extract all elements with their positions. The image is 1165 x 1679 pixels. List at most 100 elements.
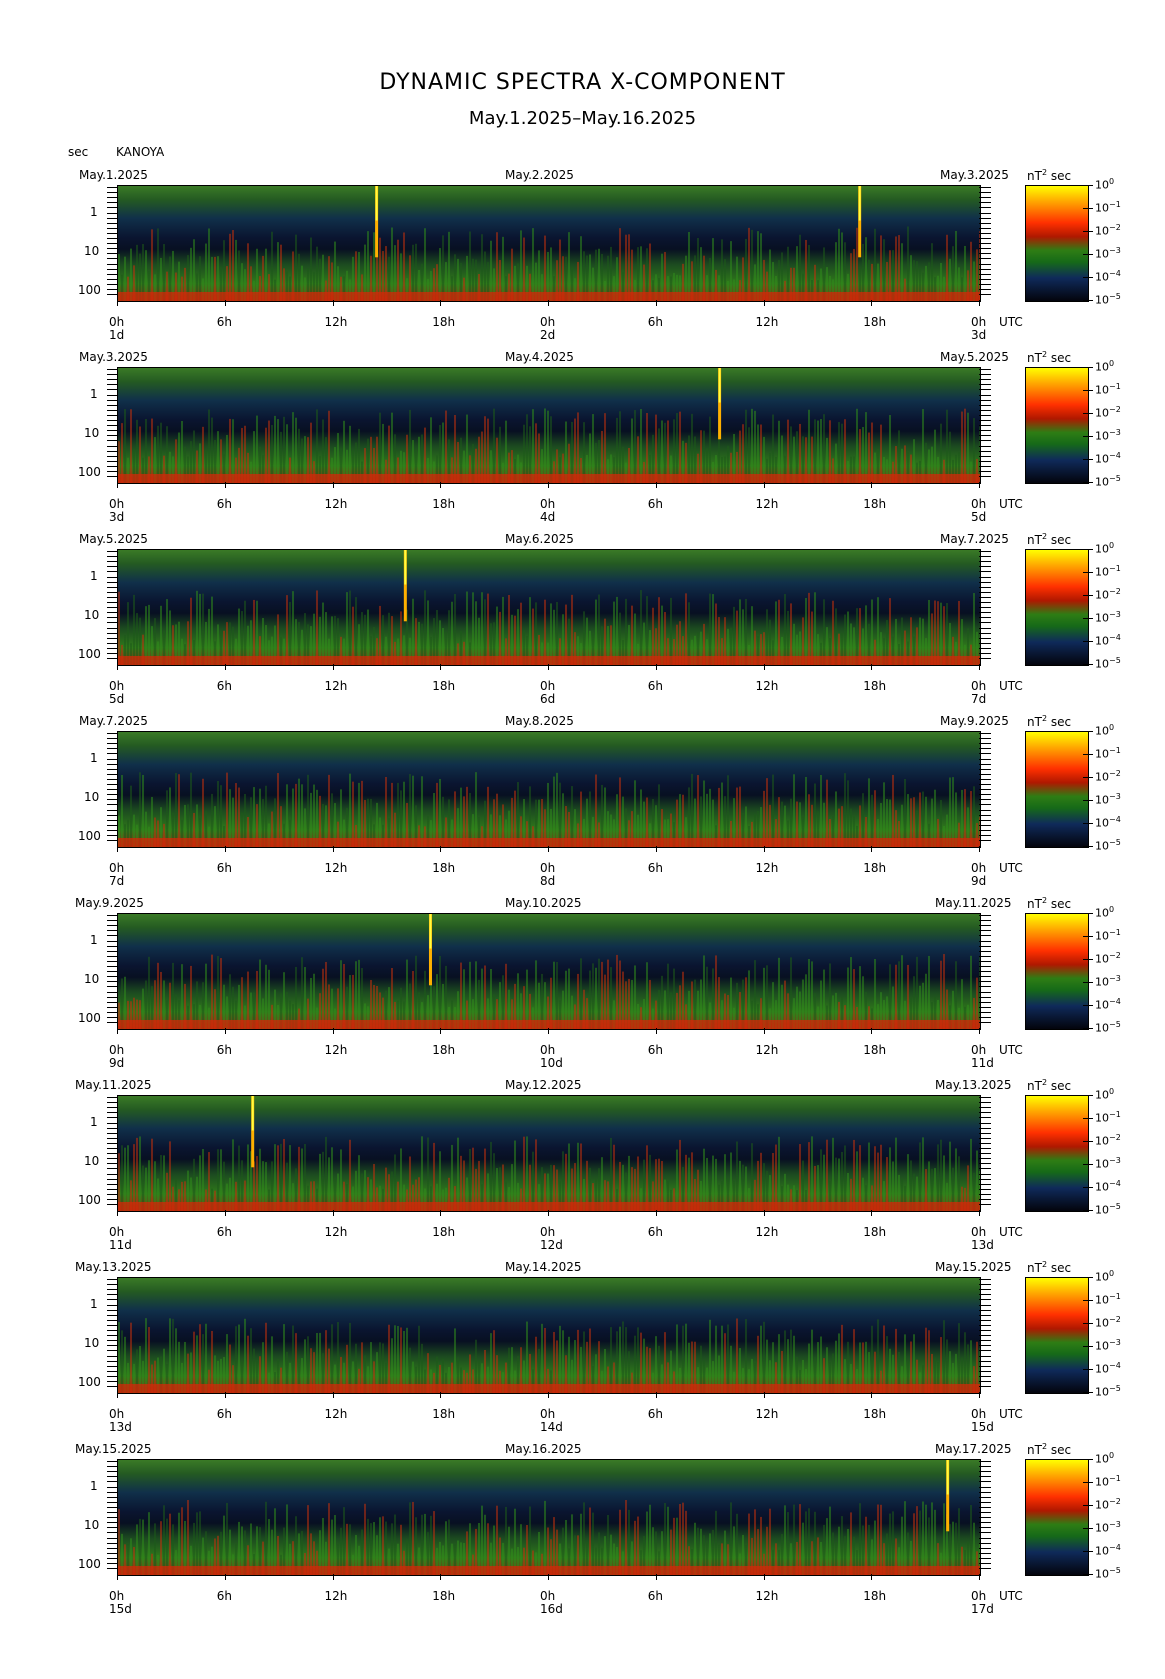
spectral-streak bbox=[292, 591, 294, 665]
spectral-streak bbox=[487, 786, 489, 847]
x-tick-label: 6h bbox=[647, 861, 663, 875]
y-minor-tick bbox=[107, 1132, 117, 1134]
spectral-streak bbox=[826, 1139, 828, 1211]
y-minor-tick bbox=[979, 627, 991, 629]
x-tick-mark bbox=[440, 482, 442, 488]
y-minor-tick bbox=[979, 1107, 991, 1109]
day-label: 13d bbox=[109, 1420, 132, 1434]
spectral-streak bbox=[580, 236, 582, 301]
spectral-streak bbox=[790, 1329, 792, 1393]
colorbar-tick-exp: −2 bbox=[1109, 951, 1121, 960]
colorbar-tick bbox=[1083, 572, 1093, 573]
spectral-streak bbox=[889, 1147, 891, 1211]
spectral-streak bbox=[211, 596, 213, 665]
spectral-streak bbox=[667, 963, 669, 1029]
x-tick-label: 12h bbox=[755, 1225, 779, 1239]
y-minor-tick bbox=[979, 940, 991, 942]
y-minor-tick bbox=[979, 399, 991, 401]
x-tick-label: 0h bbox=[109, 1043, 125, 1057]
spectral-streak bbox=[130, 785, 132, 847]
x-tick-label: 6h bbox=[216, 1589, 232, 1603]
spectral-streak bbox=[709, 416, 711, 483]
spectral-streak bbox=[817, 420, 819, 483]
spectral-streak bbox=[256, 600, 258, 665]
spectral-streak bbox=[298, 1146, 300, 1211]
spectral-streak bbox=[361, 780, 363, 847]
y-minor-tick bbox=[979, 1537, 991, 1539]
colorbar-tick-base: 10 bbox=[1095, 293, 1109, 307]
spectral-streak bbox=[274, 1508, 276, 1575]
x-tick-label: 12h bbox=[324, 1225, 348, 1239]
colorbar-tick-exp: −4 bbox=[1109, 1179, 1121, 1188]
spectral-streak bbox=[529, 786, 531, 847]
colorbar-tick-base: 10 bbox=[1095, 952, 1109, 966]
spectral-streak bbox=[493, 1330, 495, 1393]
y-minor-tick bbox=[107, 596, 117, 598]
spectral-streak bbox=[721, 1325, 723, 1393]
y-minor-tick bbox=[979, 915, 991, 916]
spectral-streak bbox=[322, 602, 324, 665]
day-label: 8d bbox=[540, 874, 556, 888]
y-minor-tick bbox=[979, 1466, 991, 1468]
colorbar-tick-label: 10−5 bbox=[1095, 838, 1121, 853]
panel-date-mid: May.12.2025 bbox=[505, 1078, 582, 1092]
spectral-streak bbox=[619, 411, 621, 483]
day-label: 17d bbox=[971, 1602, 994, 1616]
y-minor-tick bbox=[979, 1471, 991, 1473]
spectral-streak bbox=[328, 410, 330, 483]
colorbar-tick-base: 10 bbox=[1095, 1021, 1109, 1035]
spectral-streak bbox=[922, 409, 924, 483]
y-minor-tick bbox=[979, 217, 991, 219]
spectral-streak bbox=[703, 1148, 705, 1211]
spectral-streak bbox=[892, 1511, 894, 1575]
colorbar-tick-exp: −3 bbox=[1109, 1338, 1121, 1347]
utc-label: UTC bbox=[999, 1043, 1023, 1057]
colorbar-tick-label: 10−1 bbox=[1095, 928, 1121, 943]
spectral-streak bbox=[610, 1327, 612, 1393]
spectral-streak bbox=[355, 597, 357, 665]
spectral-streak bbox=[739, 786, 741, 847]
spectral-streak bbox=[712, 968, 714, 1029]
spectral-streak bbox=[883, 1325, 885, 1393]
spectral-streak bbox=[127, 1145, 129, 1211]
spectral-streak bbox=[331, 1324, 333, 1393]
y-minor-tick bbox=[107, 955, 117, 957]
spectral-streak bbox=[265, 785, 267, 847]
y-minor-tick bbox=[107, 1517, 117, 1519]
spectral-streak bbox=[448, 231, 450, 301]
y-minor-tick bbox=[107, 1557, 117, 1559]
spectral-streak bbox=[265, 1501, 267, 1575]
spectral-streak bbox=[958, 600, 960, 665]
spectral-streak bbox=[790, 957, 792, 1029]
colorbar-tick-exp: −3 bbox=[1109, 1520, 1121, 1529]
spectral-streak bbox=[409, 1502, 411, 1575]
spectral-streak bbox=[481, 234, 483, 301]
spectral-streak bbox=[745, 1319, 747, 1393]
spectral-streak bbox=[247, 1144, 249, 1211]
y-minor-tick bbox=[979, 1496, 991, 1498]
spectral-streak bbox=[136, 1137, 138, 1211]
y-minor-tick bbox=[107, 591, 117, 593]
colorbar-tick-exp: −2 bbox=[1109, 587, 1121, 596]
y-minor-tick bbox=[979, 455, 991, 457]
colorbar-tick bbox=[1083, 1551, 1093, 1552]
y-minor-tick bbox=[107, 414, 117, 416]
spectral-streak bbox=[205, 1323, 207, 1393]
spectral-streak bbox=[925, 1327, 927, 1393]
spectral-streak bbox=[325, 1330, 327, 1393]
y-minor-tick bbox=[979, 1365, 991, 1367]
y-minor-tick bbox=[979, 1324, 991, 1326]
colorbar-tick-exp: −5 bbox=[1109, 474, 1121, 483]
y-minor-tick bbox=[107, 1173, 117, 1175]
y-minor-tick bbox=[107, 460, 117, 462]
spectral-streak bbox=[619, 1509, 621, 1575]
y-tick-label: 1 bbox=[90, 204, 98, 219]
spectral-streak bbox=[592, 414, 594, 483]
spectral-streak bbox=[313, 784, 315, 847]
spectral-streak bbox=[745, 598, 747, 665]
spectral-streak bbox=[367, 231, 369, 301]
spectral-streak bbox=[613, 601, 615, 665]
colorbar-tick bbox=[1083, 436, 1093, 437]
y-minor-tick bbox=[979, 238, 991, 239]
spectral-streak bbox=[520, 230, 522, 301]
